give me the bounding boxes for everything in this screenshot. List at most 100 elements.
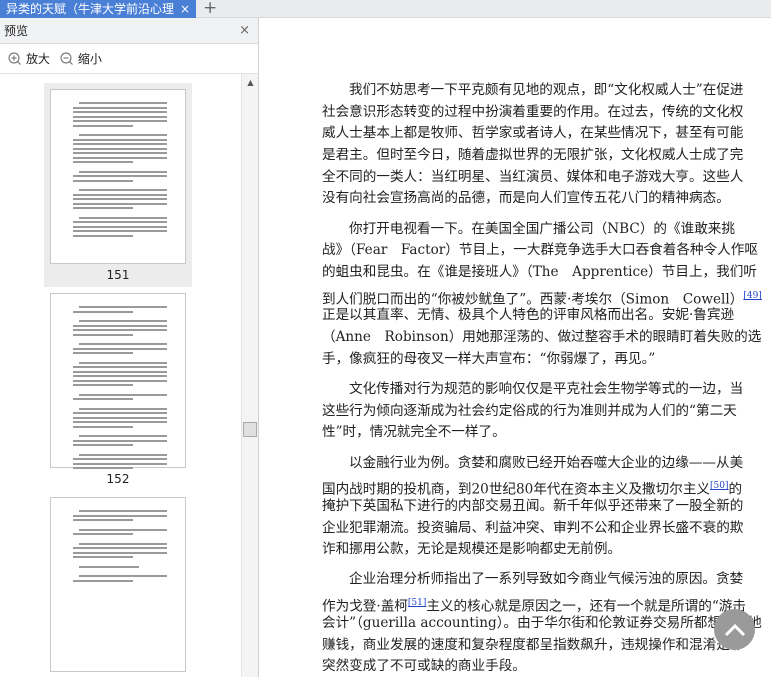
text-line: 这些行为倾向逐渐成为社会约定俗成的行为准则并成为人们的“第二天 xyxy=(322,402,737,419)
text-line: 会计”（guerilla accounting）。由于华尔街和伦敦证券交易所都想… xyxy=(322,614,762,631)
text-line: 企业犯罪潮流。投资骗局、利益冲突、审判不公和企业界长盛不衰的欺 xyxy=(322,519,744,536)
thumbnail-text-line xyxy=(73,143,167,145)
thumbnail-scrollbar[interactable]: ▲ xyxy=(241,74,258,677)
thumbnail-text-line xyxy=(79,565,139,568)
text-line: 手，像疯狂的母夜叉一样大声宣布：“你弱爆了，再见。” xyxy=(322,350,656,367)
text-line: 文化传播对行为规范的影响仅仅是平克社会生物学等式的一边，当 xyxy=(349,380,744,397)
text-line: 以金融行业为例。贪婪和腐败已经开始吞噬大企业的边缘——从美 xyxy=(349,454,744,471)
zoom-in-icon xyxy=(8,52,21,65)
new-tab-button[interactable]: + xyxy=(203,0,217,18)
footnote-ref: [50] xyxy=(710,477,728,491)
text-line: 的蛆虫和昆虫。在《谁是接班人》（The Apprentice）节目上，我们听 xyxy=(322,264,757,280)
thumbnail-text-line xyxy=(73,333,133,336)
thumbnail-text-line xyxy=(73,462,167,465)
thumbnail-text-line xyxy=(73,193,167,196)
thumbnail-text-line xyxy=(73,207,133,209)
page-thumbnail[interactable] xyxy=(50,497,186,672)
thumbnail-text-line xyxy=(79,393,167,396)
thumbnail-text-line xyxy=(73,347,167,350)
footnote-ref: [51] xyxy=(408,594,426,608)
page-thumbnail[interactable] xyxy=(50,293,186,469)
text-line: （Anne Robinson）用她那淫荡的、做过整容手术的眼睛盯着失败的选 xyxy=(322,329,762,346)
zoom-out-icon xyxy=(60,52,73,65)
footnote-ref: [49] xyxy=(743,287,761,301)
text-line: 到人们脱口而出的“你被炒鱿鱼了”。西蒙·考埃尔（Simon Cowell）[49… xyxy=(322,284,762,308)
thumbnail-text-line xyxy=(73,161,133,163)
paragraph: 以金融行业为例。贪婪和腐败已经开始吞噬大企业的边缘——从美国内战时期的投机商，到… xyxy=(322,453,744,561)
text-line: 诈和挪用公款，无论是规模还是影响都史无前例。 xyxy=(322,541,622,558)
document-tab[interactable]: 异类的天赋（牛津大学前沿心理 × xyxy=(0,0,196,18)
page-number-label: 152 xyxy=(106,472,130,486)
text-line: 战》（Fear Factor）节目上，一大群竞争选手大口吞食着各种令人作呕 xyxy=(322,242,758,259)
tab-bar: 异类的天赋（牛津大学前沿心理 × + xyxy=(0,0,771,18)
thumbnail-text-line xyxy=(79,361,167,364)
thumbnail-text-line xyxy=(73,398,133,400)
thumbnail-text-line xyxy=(73,579,133,582)
paragraph: 企业治理分析师指出了一系列导致如今商业气候污浊的原因。贪婪作为戈登·盖柯[51]… xyxy=(322,569,762,677)
thumbnail-text-line xyxy=(73,198,167,200)
page-text: 我们不妨思考一下平克颇有见地的观点，即“文化权威人士”在促进 社会意识形态转变的过… xyxy=(322,80,762,686)
thumbnail-text-line xyxy=(79,170,167,173)
thumbnail-text-line xyxy=(73,366,167,368)
thumbnail-text-line xyxy=(73,458,167,460)
thumbnail-text-line xyxy=(73,467,133,469)
thumbnail-text-line xyxy=(73,444,133,446)
thumbnail-text-line xyxy=(73,551,167,554)
close-preview-icon[interactable]: × xyxy=(239,18,250,44)
footnote-link[interactable]: [50] xyxy=(710,481,728,491)
thumbnail-text-line xyxy=(73,147,167,150)
text-line: 是君主。但时至今日，随着虚拟世界的无限扩张，文化权威人士成了完 xyxy=(322,147,744,164)
zoom-in-label: 放大 xyxy=(26,52,51,66)
thumbnail-text-line xyxy=(73,115,167,118)
chevron-up-icon xyxy=(724,623,745,636)
scroll-up-arrow-icon[interactable]: ▲ xyxy=(242,74,259,91)
thumbnail-text-line xyxy=(73,138,167,141)
thumbnail-text-line xyxy=(73,111,167,113)
thumbnail-text-line xyxy=(79,134,167,136)
text-line: 赚钱，商业发展的速度和复杂程度都呈指数飙升，违规操作和混淆是非 xyxy=(322,636,744,653)
thumbnail-text-line xyxy=(79,542,167,545)
thumbnail-text-line xyxy=(73,352,133,354)
thumbnail-text-line xyxy=(73,416,167,419)
zoom-out-button[interactable]: 缩小 xyxy=(60,44,102,74)
page-number-label: 151 xyxy=(106,268,130,282)
text-line: 国内战时期的投机商，到20世纪80年代在资本主义及撒切尔主义[50]的 xyxy=(322,474,742,498)
thumbnail-text-line xyxy=(79,407,167,410)
preview-title: 预览 xyxy=(4,24,29,38)
thumbnail-text-line xyxy=(73,230,167,232)
thumbnail-text-line xyxy=(79,216,167,219)
tab-close-icon[interactable]: × xyxy=(180,0,190,18)
thumbnail-text-line xyxy=(79,575,167,577)
thumbnail-text-line xyxy=(73,547,167,549)
thumbnail-text-line xyxy=(79,343,167,345)
text-line: 我们不妨思考一下平克颇有见地的观点，即“文化权威人士”在促进 xyxy=(349,82,744,98)
thumbnail-text-line xyxy=(73,106,167,109)
thumbnail-text-line xyxy=(73,412,167,414)
footnote-link[interactable]: [51] xyxy=(408,598,426,608)
thumbnail-text-line xyxy=(79,528,167,531)
thumbnail-text-line xyxy=(73,221,167,223)
preview-header: 预览 × xyxy=(0,18,258,44)
thumbnail-text-line xyxy=(73,234,133,237)
footnote-link[interactable]: [49] xyxy=(743,291,761,301)
thumbnail-text-line xyxy=(73,179,133,182)
thumbnail-text-line xyxy=(79,435,167,437)
thumbnail-list: 151 152 xyxy=(0,74,241,677)
text-line: 没有向社会宣扬高尚的品德，而是向人们宣传五花八门的精神病态。 xyxy=(322,190,730,207)
thumbnail-text-line xyxy=(73,375,167,377)
thumbnail-text-line xyxy=(73,533,133,535)
text-line: 作为戈登·盖柯[51]主义的核心就是原因之一，还有一个就是所谓的“游击 xyxy=(322,591,746,615)
text-line: 企业治理分析师指出了一系列导致如今商业气候污浊的原因。贪婪 xyxy=(349,571,744,588)
page-thumbnail[interactable] xyxy=(50,89,186,264)
thumbnail-text-line xyxy=(73,370,167,373)
thumbnail-text-line xyxy=(73,384,133,386)
text-line: 性”时，情况就完全不一样了。 xyxy=(322,424,506,441)
thumbnail-text-line xyxy=(73,310,133,313)
scroll-to-top-button[interactable] xyxy=(714,609,755,650)
thumbnail-text-line xyxy=(79,102,167,104)
zoom-in-button[interactable]: 放大 xyxy=(8,44,50,74)
scrollbar-thumb[interactable] xyxy=(243,422,257,437)
thumbnail-text-line xyxy=(73,556,133,558)
paragraph: 你打开电视看一下。在美国全国广播公司（NBC）的《谁敢来挑 战》（Fear Fac… xyxy=(322,219,762,371)
zoom-toolbar: 放大 缩小 xyxy=(0,44,258,74)
